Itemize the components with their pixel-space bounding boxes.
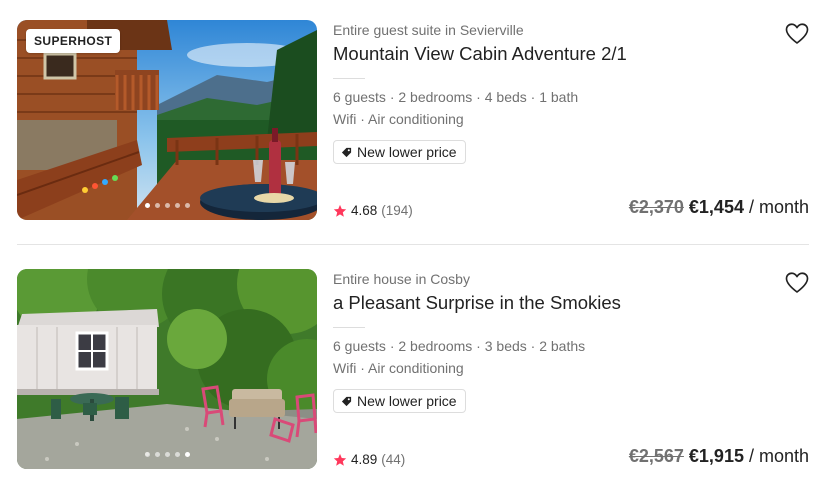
listing-amenities: Wifi · Air conditioning bbox=[333, 360, 464, 376]
listing-details: 6 guests · 2 bedrooms · 4 beds · 1 bath bbox=[333, 89, 579, 105]
listing-info: Entire house in Cosby a Pleasant Surpris… bbox=[333, 269, 809, 469]
price-tag-icon bbox=[341, 147, 352, 157]
photo-pagination-dots bbox=[17, 452, 317, 457]
photo-dot[interactable] bbox=[164, 452, 170, 457]
listing-card[interactable]: Entire house in Cosby a Pleasant Surpris… bbox=[17, 269, 809, 469]
new-lower-price-tag: New lower price bbox=[333, 140, 466, 164]
heart-outline-icon[interactable] bbox=[785, 22, 809, 46]
star-icon bbox=[333, 204, 347, 217]
photo-dot[interactable] bbox=[154, 452, 160, 457]
listing-amenities: Wifi · Air conditioning bbox=[333, 111, 464, 127]
review-count: (44) bbox=[381, 452, 406, 467]
photo-dot[interactable] bbox=[164, 203, 170, 208]
listing-details: 6 guests · 2 bedrooms · 3 beds · 2 baths bbox=[333, 338, 586, 354]
short-divider bbox=[333, 78, 365, 79]
photo-pagination-dots bbox=[17, 203, 317, 208]
tag-label: New lower price bbox=[357, 393, 457, 409]
house-photo-image bbox=[17, 269, 317, 469]
photo-dot[interactable] bbox=[154, 203, 160, 208]
listing-title[interactable]: a Pleasant Surprise in the Smokies bbox=[333, 292, 621, 314]
photo-dot[interactable] bbox=[184, 203, 190, 208]
photo-dot[interactable] bbox=[144, 203, 150, 208]
short-divider bbox=[333, 327, 365, 328]
listing-subtitle: Entire guest suite in Sevierville bbox=[333, 22, 524, 38]
new-lower-price-tag: New lower price bbox=[333, 389, 466, 413]
price: €2,567 €1,915 / month bbox=[629, 446, 809, 467]
photo-dot[interactable] bbox=[174, 203, 180, 208]
price-tag-icon bbox=[341, 396, 352, 406]
price-period: / month bbox=[748, 197, 809, 217]
star-icon bbox=[333, 453, 347, 466]
listing-title[interactable]: Mountain View Cabin Adventure 2/1 bbox=[333, 43, 627, 65]
discounted-price: €1,454 bbox=[688, 197, 744, 217]
rating: 4.89 (44) bbox=[333, 452, 405, 467]
photo-dot[interactable] bbox=[184, 452, 190, 457]
listing-info: Entire guest suite in Sevierville Mounta… bbox=[333, 20, 809, 220]
listing-divider bbox=[17, 244, 809, 245]
listing-card[interactable]: SUPERHOST Entire guest suite in Seviervi… bbox=[17, 20, 809, 220]
original-price: €2,370 bbox=[628, 197, 684, 217]
listing-photo[interactable] bbox=[17, 269, 317, 469]
price: €2,370 €1,454 / month bbox=[629, 197, 809, 218]
discounted-price: €1,915 bbox=[688, 446, 744, 466]
superhost-badge: SUPERHOST bbox=[26, 29, 121, 53]
rating-value: 4.68 bbox=[351, 203, 378, 218]
rating-value: 4.89 bbox=[351, 452, 378, 467]
listing-subtitle: Entire house in Cosby bbox=[333, 271, 470, 287]
price-period: / month bbox=[748, 446, 809, 466]
photo-dot[interactable] bbox=[174, 452, 180, 457]
original-price: €2,567 bbox=[628, 446, 684, 466]
listing-photo[interactable]: SUPERHOST bbox=[17, 20, 317, 220]
photo-dot[interactable] bbox=[144, 452, 150, 457]
review-count: (194) bbox=[381, 203, 413, 218]
rating: 4.68 (194) bbox=[333, 203, 413, 218]
tag-label: New lower price bbox=[357, 144, 457, 160]
heart-outline-icon[interactable] bbox=[785, 271, 809, 295]
